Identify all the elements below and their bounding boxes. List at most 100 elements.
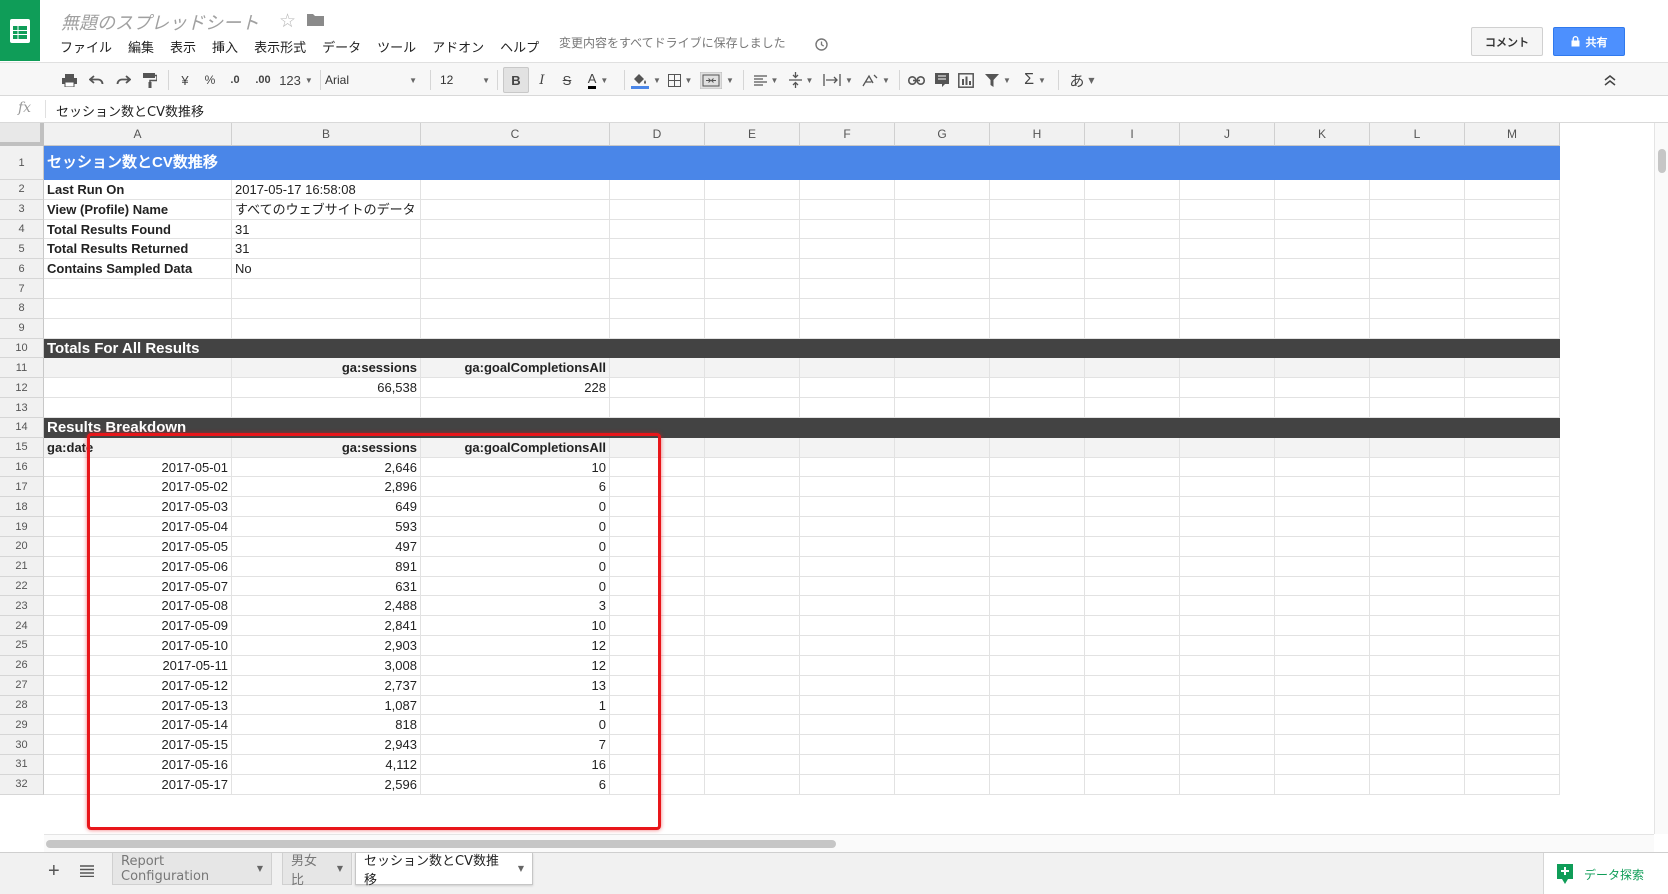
cell-a20[interactable]: 2017-05-05 (44, 536, 232, 557)
cell-a16[interactable]: 2017-05-01 (44, 457, 232, 478)
cell-b30[interactable]: 2,943 (232, 735, 421, 756)
column-header-i[interactable]: I (1085, 123, 1180, 146)
cell-k19[interactable] (1275, 517, 1370, 537)
cell-e15[interactable] (705, 437, 800, 458)
row-header-20[interactable]: 20 (0, 536, 44, 557)
menu-view[interactable]: 表示 (162, 40, 204, 58)
cell-m5[interactable] (1465, 239, 1560, 260)
cell-m12[interactable] (1465, 378, 1560, 399)
row-header-17[interactable]: 17 (0, 477, 44, 498)
cell-h27[interactable] (990, 675, 1085, 696)
column-header-g[interactable]: G (895, 123, 990, 146)
cell-j26[interactable] (1180, 655, 1275, 676)
cell-h9[interactable] (990, 318, 1085, 339)
folder-icon[interactable] (307, 13, 324, 31)
cell-l15[interactable] (1370, 437, 1465, 458)
cell-i32[interactable] (1085, 774, 1180, 795)
row-header-3[interactable]: 3 (0, 199, 44, 220)
cell-e10[interactable] (705, 338, 800, 359)
cell-m18[interactable] (1465, 497, 1560, 518)
cell-d7[interactable] (610, 279, 705, 299)
cell-k17[interactable] (1275, 477, 1370, 498)
cell-j10[interactable] (1180, 338, 1275, 359)
cell-m8[interactable] (1465, 298, 1560, 319)
cell-a5[interactable]: Total Results Returned (44, 239, 232, 260)
cell-b17[interactable]: 2,896 (232, 477, 421, 498)
cell-i17[interactable] (1085, 477, 1180, 498)
row-header-7[interactable]: 7 (0, 279, 44, 299)
row-header-18[interactable]: 18 (0, 497, 44, 518)
cell-g32[interactable] (895, 774, 990, 795)
cell-e9[interactable] (705, 318, 800, 339)
cell-d32[interactable] (610, 774, 705, 795)
cell-i26[interactable] (1085, 655, 1180, 676)
cell-i7[interactable] (1085, 279, 1180, 299)
cell-m26[interactable] (1465, 655, 1560, 676)
cell-e27[interactable] (705, 675, 800, 696)
cell-b6[interactable]: No (232, 259, 421, 280)
cell-g23[interactable] (895, 596, 990, 617)
cell-e6[interactable] (705, 259, 800, 280)
cell-g17[interactable] (895, 477, 990, 498)
cell-h23[interactable] (990, 596, 1085, 617)
cell-k20[interactable] (1275, 536, 1370, 557)
cell-b28[interactable]: 1,087 (232, 695, 421, 716)
cell-b23[interactable]: 2,488 (232, 596, 421, 617)
cell-h2[interactable] (990, 180, 1085, 200)
cell-c7[interactable] (421, 279, 610, 299)
cell-a26[interactable]: 2017-05-11 (44, 655, 232, 676)
cell-l3[interactable] (1370, 199, 1465, 220)
cell-j28[interactable] (1180, 695, 1275, 716)
cell-e1[interactable] (705, 146, 800, 180)
cell-a8[interactable] (44, 298, 232, 319)
cell-j31[interactable] (1180, 755, 1275, 775)
row-header-2[interactable]: 2 (0, 180, 44, 200)
cell-e29[interactable] (705, 715, 800, 736)
horizontal-scrollbar[interactable] (44, 834, 1654, 852)
cell-l5[interactable] (1370, 239, 1465, 260)
cell-j25[interactable] (1180, 636, 1275, 656)
cell-b3[interactable]: すべてのウェブサイトのデータ (232, 199, 421, 220)
menu-format[interactable]: 表示形式 (246, 40, 314, 58)
text-wrap-dropdown[interactable]: ▼ (820, 63, 856, 97)
cell-e3[interactable] (705, 199, 800, 220)
cell-f18[interactable] (800, 497, 895, 518)
cell-g11[interactable] (895, 358, 990, 379)
cell-e25[interactable] (705, 636, 800, 656)
row-header-29[interactable]: 29 (0, 715, 44, 736)
cell-f27[interactable] (800, 675, 895, 696)
cell-d14[interactable] (610, 417, 705, 438)
cell-a25[interactable]: 2017-05-10 (44, 636, 232, 656)
cell-b21[interactable]: 891 (232, 556, 421, 577)
percent-format-button[interactable]: % (200, 63, 220, 97)
cell-k5[interactable] (1275, 239, 1370, 260)
cell-l27[interactable] (1370, 675, 1465, 696)
cell-e26[interactable] (705, 655, 800, 676)
cell-g5[interactable] (895, 239, 990, 260)
cell-l24[interactable] (1370, 616, 1465, 637)
cell-f21[interactable] (800, 556, 895, 577)
cell-f7[interactable] (800, 279, 895, 299)
column-header-h[interactable]: H (990, 123, 1085, 146)
cell-l1[interactable] (1370, 146, 1465, 180)
vertical-scrollbar[interactable] (1654, 123, 1668, 834)
cell-m17[interactable] (1465, 477, 1560, 498)
column-header-l[interactable]: L (1370, 123, 1465, 146)
cell-b31[interactable]: 4,112 (232, 755, 421, 775)
cell-j21[interactable] (1180, 556, 1275, 577)
star-icon[interactable]: ☆ (279, 10, 296, 33)
currency-format-button[interactable]: ¥ (175, 63, 195, 97)
cell-j13[interactable] (1180, 398, 1275, 418)
cell-b14[interactable] (232, 417, 421, 438)
cell-b13[interactable] (232, 398, 421, 418)
cell-h29[interactable] (990, 715, 1085, 736)
cell-e14[interactable] (705, 417, 800, 438)
cell-j6[interactable] (1180, 259, 1275, 280)
cell-d3[interactable] (610, 199, 705, 220)
cell-m10[interactable] (1465, 338, 1560, 359)
cell-l8[interactable] (1370, 298, 1465, 319)
row-header-11[interactable]: 11 (0, 358, 44, 379)
cell-h14[interactable] (990, 417, 1085, 438)
cell-m21[interactable] (1465, 556, 1560, 577)
cell-j17[interactable] (1180, 477, 1275, 498)
